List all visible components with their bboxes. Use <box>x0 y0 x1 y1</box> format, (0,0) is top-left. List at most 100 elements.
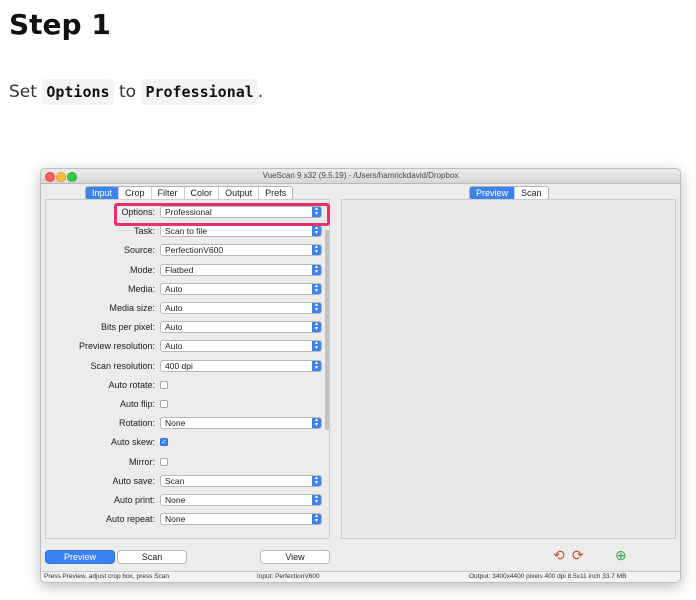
tab-filter[interactable]: Filter <box>152 187 185 199</box>
chevron-updown-icon: ▴ ▾ <box>312 321 321 333</box>
setting-row-media-size: Media size: Auto ▴ ▾ <box>46 302 329 316</box>
title-bar: VueScan 9 x32 (9.5.19) - /Users/hamrickd… <box>41 169 680 184</box>
options-code: Options <box>42 79 114 105</box>
preview-area[interactable] <box>341 199 676 539</box>
auto-skew-checkbox[interactable]: ✓ <box>160 438 168 447</box>
setting-row-auto-skew: Auto skew: ✓ <box>46 436 329 450</box>
chevron-updown-icon: ▴ ▾ <box>312 225 321 237</box>
setting-row-rotation: Rotation: None ▴ ▾ <box>46 417 329 431</box>
chevron-updown-icon: ▴ ▾ <box>312 417 321 429</box>
auto-rotate-checkbox[interactable] <box>160 380 168 389</box>
setting-row-auto-flip: Auto flip: <box>46 398 329 412</box>
setting-label-auto-rotate: Auto rotate: <box>108 379 155 390</box>
settings-panel: Options: Professional ▴ ▾ Task: Scan to file ▴… <box>45 199 330 539</box>
setting-label-auto-repeat: Auto repeat: <box>105 514 155 525</box>
chevron-updown-icon: ▴ ▾ <box>312 244 321 256</box>
tab-crop[interactable]: Crop <box>119 187 152 199</box>
setting-label-bits-per-pixel: Bits per pixel: <box>100 322 155 333</box>
chevron-updown-icon: ▴ ▾ <box>312 302 321 313</box>
zoom-in-icon[interactable]: ⊕ <box>615 547 627 563</box>
chevron-updown-icon: ▴ ▾ <box>312 360 321 371</box>
setting-label-media: Media: <box>127 283 155 294</box>
setting-label-media-size: Media size: <box>109 303 155 313</box>
setting-row-auto-repeat: Auto repeat: None ▴ ▾ <box>46 513 329 527</box>
tab-scan[interactable]: Scan <box>515 187 548 199</box>
setting-label-auto-flip: Auto flip: <box>119 399 155 409</box>
chevron-updown-icon: ▴ ▾ <box>312 475 321 486</box>
preview-resolution-value: Auto <box>165 341 183 352</box>
setting-row-preview-resolution: Preview resolution: Auto ▴ ▾ <box>46 340 329 354</box>
task-value: Scan to file <box>165 226 208 237</box>
rotation-value: None <box>165 418 186 429</box>
scan-resolution-select[interactable]: 400 dpi ▴ ▾ <box>160 359 322 372</box>
window-title: VueScan 9 x32 (9.5.19) - /Users/hamrickd… <box>262 171 459 180</box>
source-select[interactable]: PerfectionV600 ▴ ▾ <box>160 244 322 257</box>
auto-repeat-value: None <box>165 514 186 525</box>
auto-save-select[interactable]: Scan ▴ ▾ <box>160 474 322 487</box>
mode-select[interactable]: Flatbed ▴ ▾ <box>160 263 322 276</box>
preview-tabs: Preview Scan <box>469 186 549 200</box>
setting-row-mirror: Mirror: <box>46 456 329 470</box>
view-button[interactable]: View <box>260 550 330 564</box>
options-highlight-box <box>114 203 330 226</box>
setting-row-bits-per-pixel: Bits per pixel: Auto ▴ ▾ <box>46 321 329 335</box>
scan-resolution-value: 400 dpi <box>165 360 193 371</box>
status-input: Input: PerfectionV600 <box>257 573 320 580</box>
media-select[interactable]: Auto ▴ ▾ <box>160 282 322 295</box>
instruction-prefix: Set <box>9 82 37 102</box>
rotate-left-icon[interactable]: ⟲ <box>553 547 565 563</box>
chevron-updown-icon: ▴ ▾ <box>312 513 321 525</box>
setting-label-auto-print: Auto print: <box>113 495 155 505</box>
status-output: Output: 3400x4400 pixels 400 dpi 8.5x11 … <box>469 573 627 580</box>
setting-label-scan-resolution: Scan resolution: <box>90 360 155 371</box>
preview-resolution-select[interactable]: Auto ▴ ▾ <box>160 340 322 353</box>
auto-print-value: None <box>165 495 186 505</box>
tab-prefs[interactable]: Prefs <box>259 187 292 199</box>
setting-label-task: Task: <box>133 226 155 237</box>
tab-input[interactable]: Input <box>86 187 120 199</box>
scan-button[interactable]: Scan <box>117 550 187 564</box>
step-title: Step 1 <box>9 8 111 41</box>
setting-row-auto-rotate: Auto rotate: <box>46 379 329 393</box>
setting-row-mode: Mode: Flatbed ▴ ▾ <box>46 263 329 278</box>
chevron-updown-icon: ▴ ▾ <box>312 494 321 505</box>
mode-value: Flatbed <box>165 264 194 275</box>
setting-label-mirror: Mirror: <box>129 456 155 467</box>
instruction-middle: to <box>118 82 137 102</box>
setting-label-mode: Mode: <box>129 264 155 275</box>
tab-output[interactable]: Output <box>219 187 260 199</box>
status-hint: Press Preview, adjust crop box, press Sc… <box>44 573 170 580</box>
media-size-value: Auto <box>165 303 183 313</box>
mirror-checkbox[interactable] <box>160 457 168 466</box>
setting-row-source: Source: PerfectionV600 ▴ ▾ <box>46 244 329 258</box>
auto-save-value: Scan <box>165 475 185 486</box>
professional-code: Professional <box>141 79 258 105</box>
setting-row-auto-save: Auto save: Scan ▴ ▾ <box>46 474 329 489</box>
setting-row-scan-resolution: Scan resolution: 400 dpi ▴ ▾ <box>46 359 329 374</box>
setting-row-auto-print: Auto print: None ▴ ▾ <box>46 494 329 508</box>
tab-color[interactable]: Color <box>185 187 220 199</box>
tab-preview[interactable]: Preview <box>470 187 516 199</box>
setting-label-auto-save: Auto save: <box>112 475 155 486</box>
task-select[interactable]: Scan to file ▴ ▾ <box>160 225 322 238</box>
media-value: Auto <box>165 283 183 294</box>
chevron-updown-icon: ▴ ▾ <box>312 264 321 275</box>
rotation-select[interactable]: None ▴ ▾ <box>160 417 322 430</box>
auto-print-select[interactable]: None ▴ ▾ <box>160 494 322 506</box>
source-value: PerfectionV600 <box>165 245 224 256</box>
auto-repeat-select[interactable]: None ▴ ▾ <box>160 513 322 526</box>
chevron-updown-icon: ▴ ▾ <box>312 283 321 294</box>
rotate-right-icon[interactable]: ⟳ <box>572 547 584 563</box>
bits-per-pixel-select[interactable]: Auto ▴ ▾ <box>160 321 322 334</box>
instruction-text: Set Options to Professional. <box>9 79 264 105</box>
setting-label-rotation: Rotation: <box>118 418 155 429</box>
settings-tabs: Input Crop Filter Color Output Prefs <box>85 186 294 200</box>
bits-per-pixel-value: Auto <box>165 322 183 333</box>
auto-flip-checkbox[interactable] <box>160 400 168 408</box>
status-bar: Press Preview, adjust crop box, press Sc… <box>41 571 680 582</box>
setting-label-source: Source: <box>123 245 155 256</box>
preview-button[interactable]: Preview <box>45 550 115 564</box>
setting-label-preview-resolution: Preview resolution: <box>78 341 155 352</box>
media-size-select[interactable]: Auto ▴ ▾ <box>160 302 322 314</box>
instruction-suffix: . <box>257 82 264 102</box>
